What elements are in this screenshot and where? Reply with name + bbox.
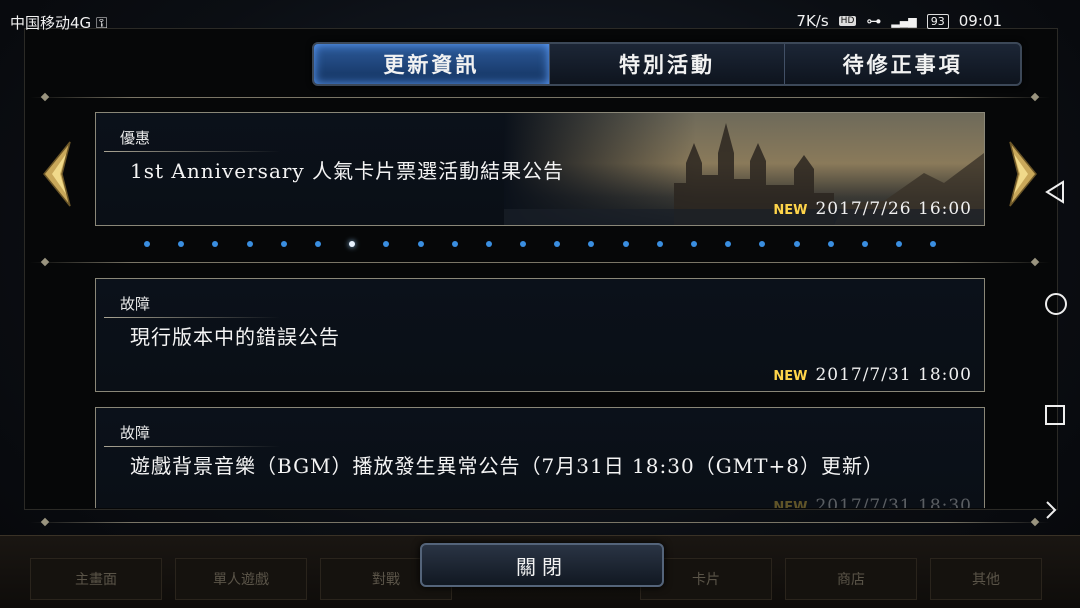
divider-top: [30, 97, 1050, 98]
carousel-dot[interactable]: [691, 241, 697, 247]
bottom-tab-other[interactable]: 其他: [930, 558, 1042, 600]
carousel-dot[interactable]: [725, 241, 732, 247]
notice-category: 故障: [120, 295, 151, 313]
announcement-tabs: 更新資訊 特別活動 待修正事項: [312, 42, 1022, 86]
recents-icon[interactable]: [1044, 404, 1066, 426]
notice-date: 2017/7/31 18:30: [815, 496, 972, 508]
notice-card[interactable]: 故障 遊戲背景音樂（BGM）播放發生異常公告（7月31日 18:30（GMT+8…: [95, 407, 985, 508]
notice-meta: NEW 2017/7/31 18:30: [773, 496, 972, 508]
bottom-tab-home[interactable]: 主畫面: [30, 558, 162, 600]
tab-known-issues[interactable]: 待修正事項: [785, 44, 1020, 84]
notice-meta: NEW 2017/7/31 18:00: [773, 365, 972, 385]
android-nav-bar: [1020, 150, 1080, 540]
tab-special-events[interactable]: 特別活動: [550, 44, 786, 84]
carousel-dot[interactable]: [383, 241, 390, 247]
carousel-dot[interactable]: [930, 241, 937, 247]
category-underline: [104, 317, 280, 318]
carousel-dot[interactable]: [793, 241, 800, 247]
notice-category: 故障: [120, 424, 151, 442]
carousel-pagination: [144, 241, 937, 247]
category-underline: [104, 446, 280, 447]
carousel-dot[interactable]: [451, 241, 458, 247]
battery-icon: 93: [926, 13, 949, 29]
carousel-dot[interactable]: [759, 241, 766, 247]
key-icon: ⚿: [95, 14, 108, 32]
carousel-dot[interactable]: [656, 241, 663, 247]
carousel-dot[interactable]: [349, 241, 356, 247]
carousel-dot[interactable]: [485, 241, 492, 247]
carousel-dot[interactable]: [861, 241, 868, 247]
carousel-dot[interactable]: [554, 241, 561, 247]
home-icon[interactable]: [1044, 292, 1068, 316]
notice-card[interactable]: 故障 現行版本中的錯誤公告 NEW 2017/7/31 18:00: [95, 278, 985, 392]
notice-title: 遊戲背景音樂（BGM）播放發生異常公告（7月31日 18:30（GMT+8）更新…: [130, 454, 884, 478]
carousel-dot[interactable]: [178, 241, 185, 247]
carousel-dot[interactable]: [212, 241, 219, 247]
status-right: 7K/s HD ⊶ ▂▄▆ 93 09:01: [796, 12, 1002, 30]
banner-title: 1st Anniversary 人氣卡片票選活動結果公告: [130, 159, 565, 183]
divider-middle: [30, 262, 1050, 263]
carousel-dot[interactable]: [280, 241, 287, 247]
notice-title: 現行版本中的錯誤公告: [130, 325, 340, 349]
hd-icon: HD: [838, 16, 857, 26]
carrier-text: 中国移动4G: [10, 14, 92, 32]
back-icon[interactable]: [1044, 180, 1066, 204]
carousel-dot[interactable]: [588, 241, 595, 247]
banner-card[interactable]: 優惠 1st Anniversary 人氣卡片票選活動結果公告 NEW 2017…: [95, 112, 985, 226]
new-badge: NEW: [773, 369, 808, 384]
clock: 09:01: [958, 12, 1002, 30]
signal-icon: ▂▄▆: [891, 14, 917, 28]
status-bar: 中国移动4G ⚿ 7K/s HD ⊶ ▂▄▆ 93 09:01: [0, 0, 1080, 40]
carousel-dot[interactable]: [520, 241, 527, 247]
chevron-left-icon[interactable]: [40, 140, 74, 208]
carousel-dot[interactable]: [417, 241, 424, 247]
carousel-dot[interactable]: [246, 241, 253, 247]
tab-updates[interactable]: 更新資訊: [314, 44, 550, 84]
carousel-dot[interactable]: [896, 241, 903, 247]
carousel-dot[interactable]: [314, 241, 321, 247]
carrier-label: 中国移动4G ⚿: [10, 12, 107, 33]
carousel-dot[interactable]: [622, 241, 629, 247]
new-badge: NEW: [773, 203, 808, 218]
banner-meta: NEW 2017/7/26 16:00: [773, 199, 972, 219]
vpn-key-icon: ⊶: [866, 12, 882, 30]
chevron-right-small-icon[interactable]: [1044, 500, 1058, 520]
network-speed: 7K/s: [796, 12, 829, 30]
bottom-tab-solo[interactable]: 單人遊戲: [175, 558, 307, 600]
notice-date: 2017/7/31 18:00: [815, 365, 972, 385]
carousel-dot[interactable]: [144, 241, 150, 247]
banner-date: 2017/7/26 16:00: [815, 199, 972, 219]
bottom-tab-shop[interactable]: 商店: [785, 558, 917, 600]
carousel-dot[interactable]: [827, 241, 834, 247]
divider-bottom: [30, 522, 1050, 523]
close-button[interactable]: 關閉: [420, 543, 664, 587]
category-underline: [104, 151, 280, 152]
banner-category: 優惠: [120, 129, 151, 147]
new-badge: NEW: [773, 500, 808, 508]
